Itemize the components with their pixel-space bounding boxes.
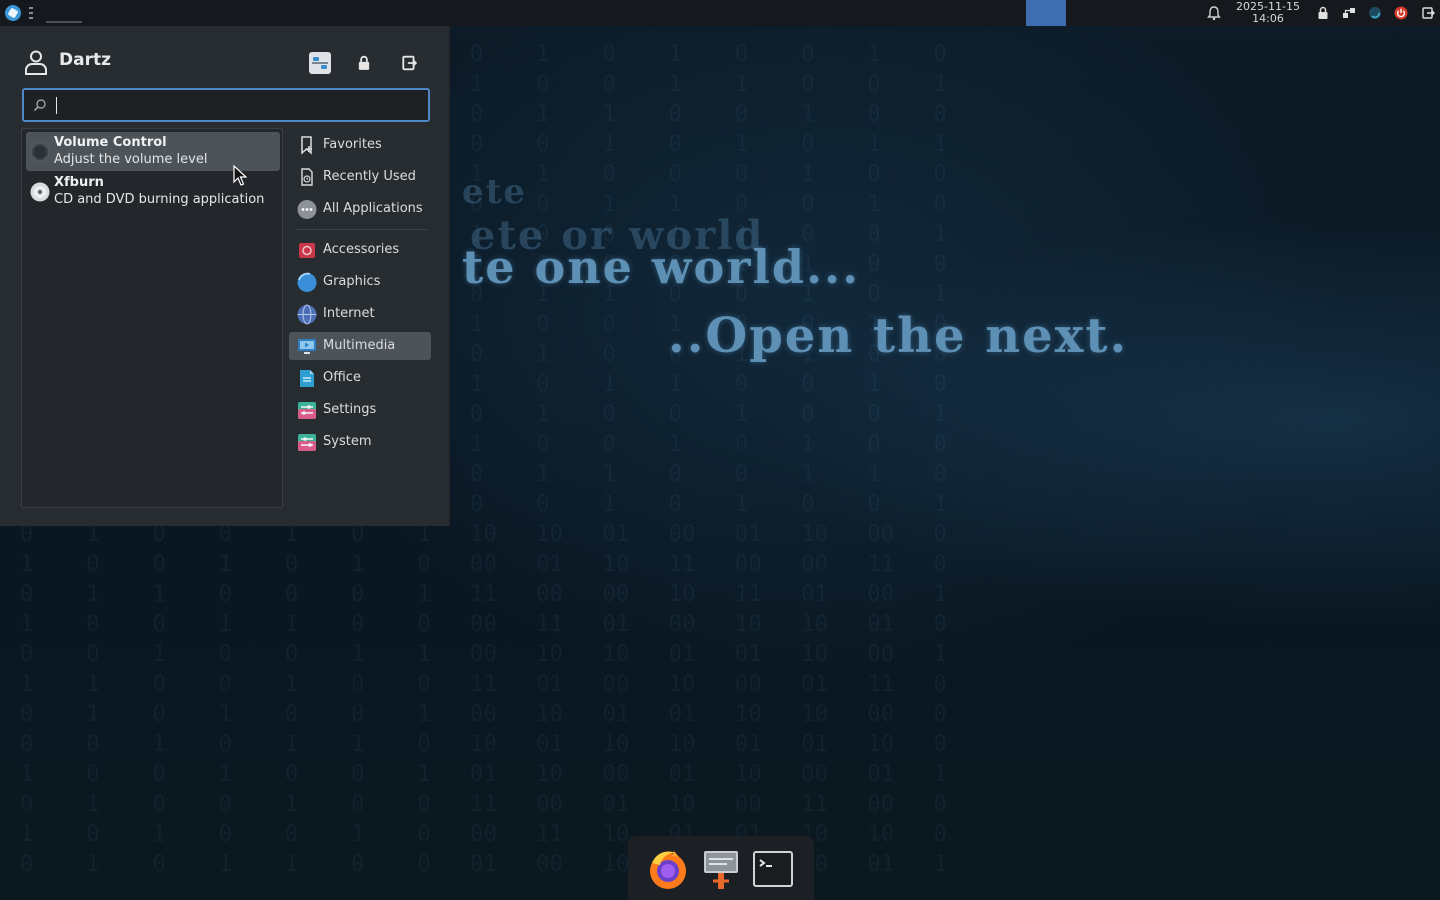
dock-item-terminal[interactable] (750, 846, 796, 892)
wallpaper-rain: 0 1 0 0 1 0 1 0 0 1 0 1 0 0 1 0 0 1 0 1 … (20, 522, 895, 877)
lock-screen-icon[interactable] (1316, 6, 1330, 20)
category-separator (295, 229, 427, 230)
category-label: Office (323, 370, 361, 385)
wallpaper-text-line2: ..Open the next. (668, 308, 1129, 364)
category-office[interactable]: Office (289, 364, 431, 392)
file-manager-icon (704, 851, 738, 889)
category-list: Favorites Recently Used All Applications (289, 128, 431, 508)
app-item-description: CD and DVD burning application (54, 192, 265, 207)
category-all-applications[interactable]: All Applications (289, 195, 431, 223)
category-label: Settings (323, 402, 377, 417)
panel-clock[interactable]: 2025-11-15 14:06 (1232, 1, 1304, 25)
xfce-logo-icon (7, 7, 19, 19)
lock-button[interactable] (351, 50, 377, 76)
clock-time: 14:06 (1252, 12, 1284, 25)
app-item-title: Volume Control (54, 135, 167, 150)
category-multimedia[interactable]: Multimedia (289, 332, 431, 360)
search-field[interactable] (22, 88, 430, 122)
notification-bell-icon[interactable] (1207, 5, 1221, 21)
category-recently-used[interactable]: Recently Used (289, 163, 431, 191)
graphics-icon (297, 272, 317, 292)
network-icon[interactable] (1342, 6, 1356, 20)
workspace-indicator[interactable] (46, 21, 82, 23)
category-label: All Applications (323, 201, 423, 216)
app-item-title: Xfburn (54, 175, 104, 190)
category-accessories[interactable]: Accessories (289, 236, 431, 264)
category-system[interactable]: System (289, 428, 431, 456)
search-icon (33, 99, 46, 112)
category-label: System (323, 434, 372, 449)
all-apps-icon (297, 200, 317, 219)
settings-manager-icon (309, 52, 331, 74)
settings-icon (298, 402, 316, 419)
accessories-icon (299, 243, 315, 258)
wallpaper-faint-text: ete (462, 172, 527, 212)
mouse-pointer-icon (233, 165, 247, 186)
category-label: Accessories (323, 242, 400, 257)
firefox-icon (650, 851, 686, 889)
dock (628, 836, 814, 900)
terminal-icon (753, 851, 793, 887)
category-graphics[interactable]: Graphics (289, 268, 431, 296)
log-out-icon (402, 55, 417, 71)
dock-item-file-manager[interactable] (698, 846, 744, 892)
search-input[interactable] (54, 94, 424, 116)
user-icon (25, 50, 47, 75)
panel-handle-icon[interactable] (29, 7, 33, 19)
app-item-description: Adjust the volume level (54, 152, 208, 167)
category-label: Internet (323, 306, 375, 321)
settings-manager-button[interactable] (307, 50, 333, 76)
power-manager-icon[interactable] (1368, 6, 1382, 20)
category-label: Multimedia (323, 338, 396, 353)
logout-icon[interactable] (1421, 6, 1435, 20)
shutdown-icon[interactable] (1394, 6, 1408, 20)
category-label: Favorites (323, 137, 382, 152)
log-out-button[interactable] (396, 50, 422, 76)
office-icon (300, 370, 314, 387)
lock-icon (358, 55, 370, 70)
category-label: Recently Used (323, 169, 416, 184)
whisker-menu: Dartz Volume Control Adjust the volume l… (0, 26, 450, 526)
category-label: Graphics (323, 274, 381, 289)
category-settings[interactable]: Settings (289, 396, 431, 424)
dock-item-firefox[interactable] (645, 846, 691, 892)
multimedia-icon (298, 339, 316, 354)
category-internet[interactable]: Internet (289, 300, 431, 328)
recent-icon (301, 168, 313, 186)
volume-control-icon (30, 142, 50, 162)
user-name: Dartz (59, 50, 111, 70)
category-favorites[interactable]: Favorites (289, 131, 431, 159)
disc-icon (30, 182, 50, 202)
internet-icon (297, 304, 317, 325)
wallpaper-text-line1: te one world... (462, 240, 861, 294)
text-caret (56, 97, 57, 114)
top-panel: 2025-11-15 14:06 (0, 0, 1440, 26)
taskbar-active-window[interactable] (1026, 0, 1066, 26)
system-icon (298, 434, 316, 451)
whisker-menu-button[interactable] (5, 5, 21, 21)
bookmark-icon (301, 136, 312, 155)
